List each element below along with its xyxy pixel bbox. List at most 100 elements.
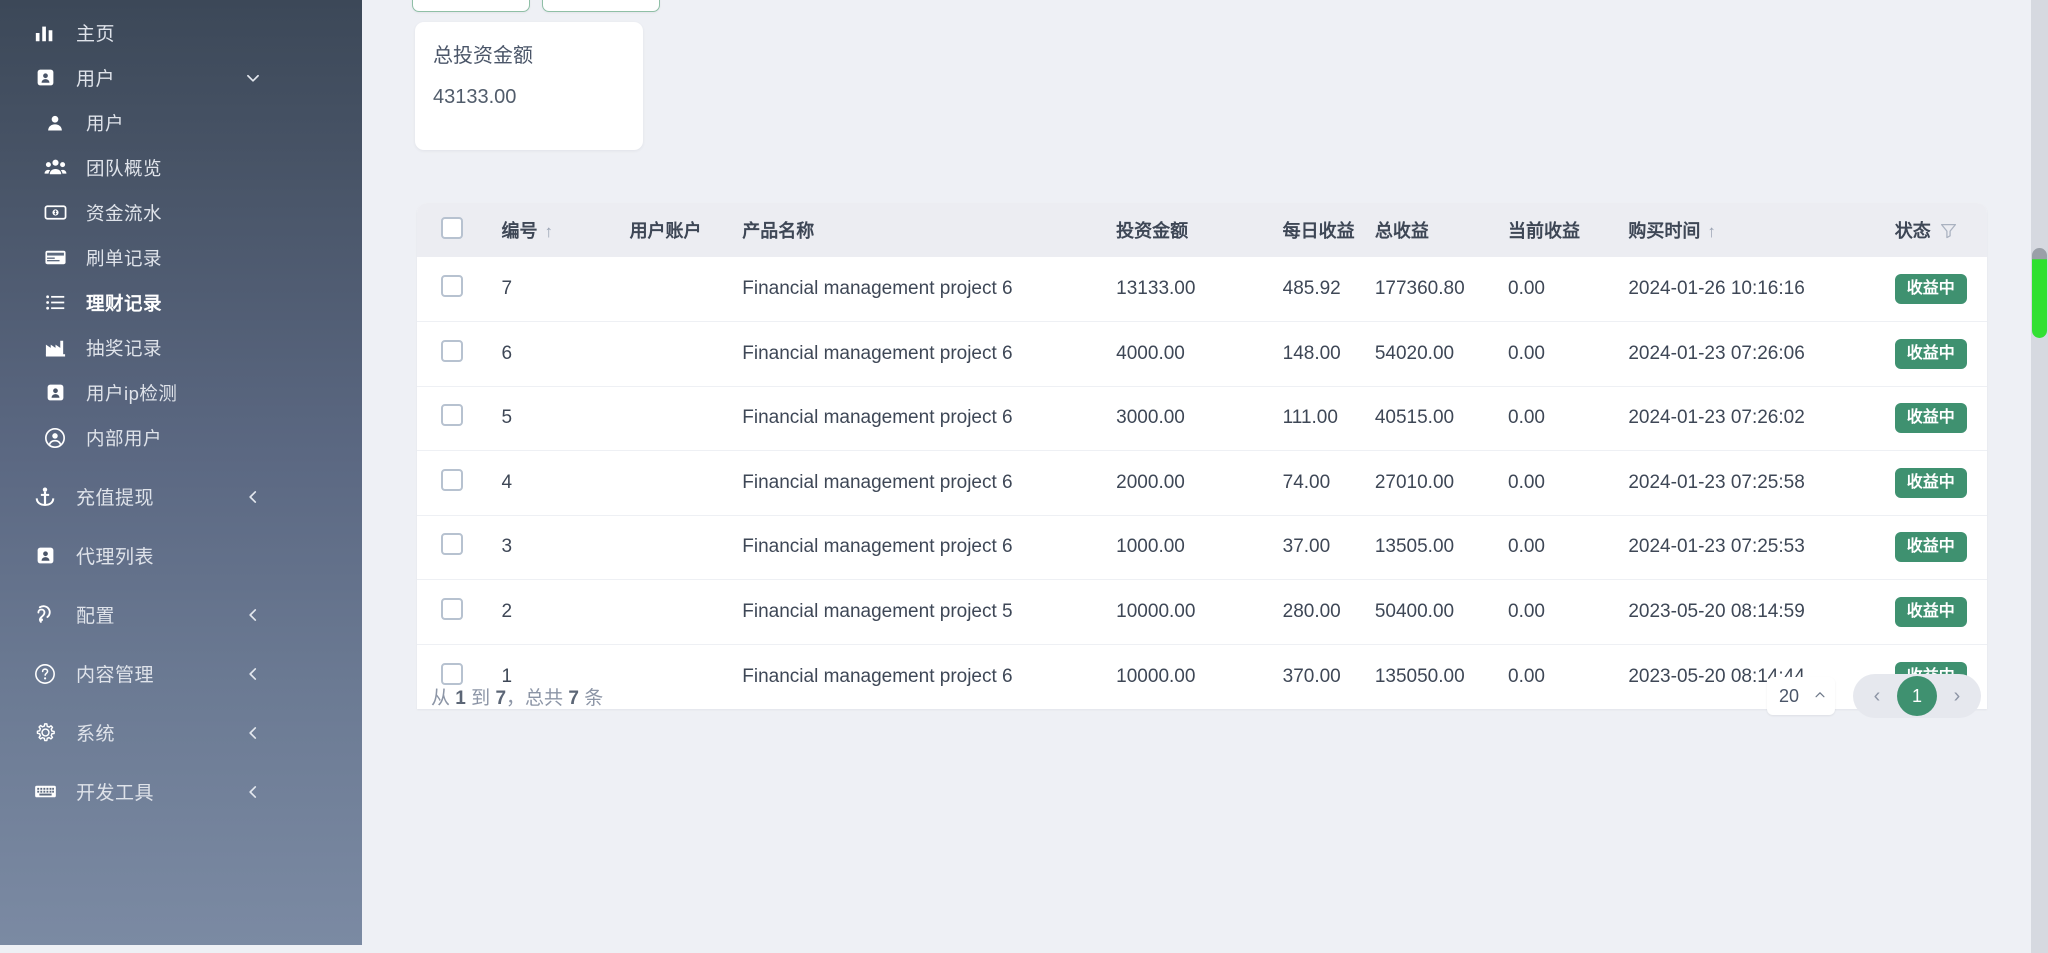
status-badge[interactable]: 收益中	[1895, 274, 1967, 304]
cell-current: 0.00	[1508, 322, 1628, 387]
row-select-cell[interactable]	[417, 386, 502, 451]
table-row[interactable]: 4Financial management project 62000.0074…	[417, 451, 1987, 516]
page-1-button[interactable]: 1	[1897, 676, 1937, 716]
top-button-1[interactable]	[412, 0, 530, 12]
cell-id: 3	[502, 515, 630, 580]
table-row[interactable]: 2Financial management project 510000.002…	[417, 580, 1987, 645]
th-time[interactable]: 购买时间↑	[1628, 203, 1894, 257]
chevron-down-icon[interactable]	[244, 69, 262, 87]
th-current[interactable]: 当前收益	[1508, 203, 1628, 257]
sidebar-item-2[interactable]: 用户	[0, 100, 362, 145]
sidebar-item-14[interactable]: 系统	[0, 710, 362, 755]
cell-product: Financial management project 6	[742, 515, 1116, 580]
page-size-select[interactable]: 20	[1767, 677, 1835, 715]
summary-sep: ，总共	[506, 688, 563, 709]
sidebar-item-8[interactable]: 用户ip检测	[0, 370, 362, 415]
cell-time: 2024-01-23 07:26:06	[1628, 322, 1894, 387]
sidebar: 主页用户用户团队概览资金流水刷单记录理财记录抽奖记录用户ip检测内部用户充值提现…	[0, 0, 362, 945]
th-total[interactable]: 总收益	[1375, 203, 1508, 257]
row-checkbox[interactable]	[441, 598, 463, 620]
sidebar-item-4[interactable]: 资金流水	[0, 190, 362, 235]
sidebar-item-label: 内容管理	[76, 660, 244, 687]
row-select-cell[interactable]	[417, 580, 502, 645]
sidebar-item-9[interactable]: 内部用户	[0, 415, 362, 460]
row-select-cell[interactable]	[417, 257, 502, 322]
row-select-cell[interactable]	[417, 322, 502, 387]
sidebar-item-15[interactable]: 开发工具	[0, 769, 362, 814]
sidebar-item-7[interactable]: 抽奖记录	[0, 325, 362, 370]
sidebar-item-6[interactable]: 理财记录	[0, 280, 362, 325]
factory-icon	[40, 336, 70, 359]
filter-icon[interactable]	[1940, 223, 1957, 243]
prev-page-button[interactable]: ‹	[1857, 676, 1897, 716]
users-group-icon	[40, 156, 70, 179]
chevron-up-icon[interactable]	[1813, 686, 1827, 707]
status-badge[interactable]: 收益中	[1895, 597, 1967, 627]
cell-id: 6	[502, 322, 630, 387]
sort-asc-icon-id[interactable]: ↑	[545, 222, 554, 241]
chevron-left-icon[interactable]	[244, 783, 262, 801]
status-badge[interactable]: 收益中	[1895, 403, 1967, 433]
status-badge[interactable]: 收益中	[1895, 468, 1967, 498]
sidebar-item-0[interactable]: 主页	[0, 10, 362, 55]
sidebar-item-13[interactable]: 内容管理	[0, 651, 362, 696]
chevron-left-icon[interactable]	[244, 606, 262, 624]
chart-bar-icon	[30, 22, 60, 44]
cell-daily: 148.00	[1283, 322, 1375, 387]
cell-product: Financial management project 5	[742, 580, 1116, 645]
cell-total: 50400.00	[1375, 580, 1508, 645]
table-row[interactable]: 5Financial management project 63000.0011…	[417, 386, 1987, 451]
cell-status: 收益中	[1895, 257, 1987, 322]
row-select-cell[interactable]	[417, 515, 502, 580]
top-button-2[interactable]	[542, 0, 660, 12]
th-daily[interactable]: 每日收益	[1283, 203, 1375, 257]
sidebar-item-label: 资金流水	[86, 200, 362, 226]
cell-product: Financial management project 6	[742, 257, 1116, 322]
next-page-button[interactable]: ›	[1937, 676, 1977, 716]
row-select-cell[interactable]	[417, 451, 502, 516]
cell-status: 收益中	[1895, 322, 1987, 387]
row-checkbox[interactable]	[441, 533, 463, 555]
table-head: 编号 ↑ 用户账户 产品名称 投资金额 每日收益	[417, 203, 1987, 257]
th-product[interactable]: 产品名称	[742, 203, 1116, 257]
sort-asc-icon-time[interactable]: ↑	[1707, 222, 1716, 241]
cell-time: 2024-01-23 07:25:58	[1628, 451, 1894, 516]
cell-current: 0.00	[1508, 515, 1628, 580]
sidebar-item-1[interactable]: 用户	[0, 55, 362, 100]
th-status[interactable]: 状态	[1895, 203, 1987, 257]
row-checkbox[interactable]	[441, 275, 463, 297]
row-checkbox[interactable]	[441, 404, 463, 426]
row-checkbox[interactable]	[441, 340, 463, 362]
table-row[interactable]: 6Financial management project 64000.0014…	[417, 322, 1987, 387]
chevron-left-icon[interactable]	[244, 665, 262, 683]
status-badge[interactable]: 收益中	[1895, 339, 1967, 369]
sidebar-item-label: 用户	[76, 64, 244, 91]
sidebar-item-5[interactable]: 刷单记录	[0, 235, 362, 280]
th-account[interactable]: 用户账户	[630, 203, 743, 257]
chevron-left-icon[interactable]	[244, 488, 262, 506]
cell-time: 2024-01-23 07:25:53	[1628, 515, 1894, 580]
sidebar-item-3[interactable]: 团队概览	[0, 145, 362, 190]
scrollbar-thumb[interactable]	[2032, 248, 2047, 338]
table-row[interactable]: 3Financial management project 61000.0037…	[417, 515, 1987, 580]
chevron-left-icon[interactable]	[244, 724, 262, 742]
sidebar-gap	[0, 519, 362, 533]
sidebar-item-11[interactable]: 代理列表	[0, 533, 362, 578]
th-id[interactable]: 编号 ↑	[502, 203, 630, 257]
summary-prefix: 从	[431, 688, 450, 709]
th-id-label: 编号	[502, 221, 538, 241]
top-action-buttons	[412, 0, 660, 12]
stat-card-value: 43133.00	[433, 86, 643, 109]
row-checkbox[interactable]	[441, 469, 463, 491]
status-badge[interactable]: 收益中	[1895, 532, 1967, 562]
select-all-checkbox[interactable]	[441, 217, 463, 239]
sidebar-item-12[interactable]: 配置	[0, 592, 362, 637]
table-row[interactable]: 7Financial management project 613133.004…	[417, 257, 1987, 322]
cell-investment: 10000.00	[1116, 580, 1282, 645]
cell-investment: 4000.00	[1116, 322, 1282, 387]
th-select-all[interactable]	[417, 203, 502, 257]
th-investment[interactable]: 投资金额	[1116, 203, 1282, 257]
page-scrollbar[interactable]	[2031, 0, 2048, 953]
cell-product: Financial management project 6	[742, 386, 1116, 451]
sidebar-item-10[interactable]: 充值提现	[0, 474, 362, 519]
